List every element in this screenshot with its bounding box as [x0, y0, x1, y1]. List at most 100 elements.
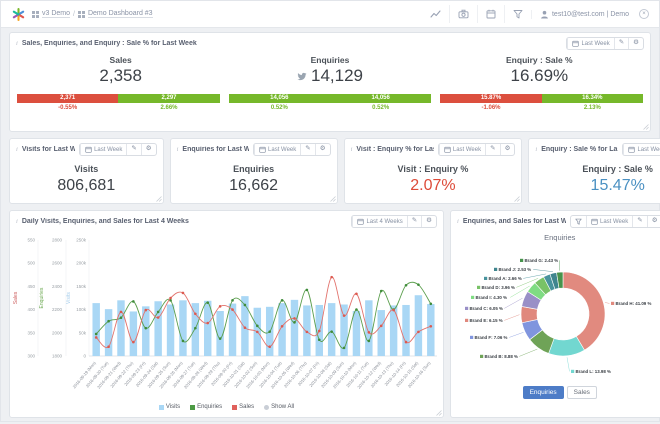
- info-icon[interactable]: i: [16, 146, 18, 153]
- chart-legend: Visits Enquiries Sales Show All: [10, 404, 443, 410]
- user-menu[interactable]: test10@test.com | Demo: [531, 10, 637, 19]
- schedule-button[interactable]: [477, 5, 504, 23]
- kpi-label: Sales: [16, 55, 225, 65]
- comparison-segment: 15.87%-1.06%: [440, 94, 541, 111]
- info-icon[interactable]: i: [351, 146, 353, 153]
- resize-handle[interactable]: [642, 123, 649, 130]
- widget-controls: Last Week ✎ ⚙: [570, 215, 660, 228]
- comparison-segment: 16.34%2.13%: [542, 94, 643, 111]
- screenshot-button[interactable]: [449, 5, 477, 23]
- info-icon[interactable]: i: [535, 146, 537, 153]
- widget-settings-button[interactable]: ⚙: [628, 38, 643, 49]
- calendar-icon: [259, 146, 266, 153]
- toggle-enquiries[interactable]: Enquiries: [523, 386, 564, 399]
- widget-range-button[interactable]: Last Week: [439, 144, 485, 155]
- comparison-delta: -0.55%: [17, 105, 118, 111]
- comparison-segment: 2,371-0.55%: [17, 94, 118, 111]
- svg-text:550: 550: [27, 238, 35, 243]
- widget-range-button[interactable]: Last Week: [586, 216, 632, 227]
- combo-chart[interactable]: 3003504004505005501800200022002400260028…: [10, 230, 443, 398]
- widget-settings-button[interactable]: ⚙: [421, 216, 436, 227]
- toggle-sales[interactable]: Sales: [567, 386, 597, 399]
- comparison-segment: 2,2972.66%: [118, 94, 219, 111]
- calendar-icon: [572, 40, 579, 47]
- widget-filter-button[interactable]: [571, 216, 586, 227]
- calendar-icon: [85, 146, 92, 153]
- widget-range-button[interactable]: Last Week: [254, 144, 300, 155]
- widget-edit-button[interactable]: ✎: [126, 144, 140, 155]
- stat-value: 2.07%: [345, 177, 522, 195]
- funnel-icon: [513, 9, 523, 19]
- grid-icon: [32, 11, 39, 18]
- donut-chart[interactable]: Brand H: 41.09 %Brand L: 13.98 %Brand B:…: [460, 242, 660, 384]
- comparison-bar: 2,297: [118, 94, 219, 103]
- widget-edit-button[interactable]: ✎: [407, 216, 421, 227]
- svg-text:Brand G: 2.43 %: Brand G: 2.43 %: [524, 258, 558, 263]
- app-logo[interactable]: [11, 7, 26, 22]
- widget-range-button[interactable]: Last Week: [567, 38, 613, 49]
- resize-handle[interactable]: [435, 409, 442, 416]
- legend-item-show-all[interactable]: Show All: [264, 404, 294, 410]
- stat-label: Enquiries: [171, 164, 337, 174]
- info-icon[interactable]: i: [16, 40, 18, 47]
- widget-controls: Last Week ✎ ⚙: [253, 143, 331, 156]
- widget-range-button[interactable]: Last Week: [80, 144, 126, 155]
- stat-label: Visit : Enquiry %: [345, 164, 522, 174]
- legend-swatch: [190, 405, 195, 410]
- calendar-icon: [444, 146, 451, 153]
- calendar-icon: [628, 146, 635, 153]
- widget-range-button[interactable]: Last 4 Weeks: [352, 216, 406, 227]
- svg-text:Brand J: 2.53 %: Brand J: 2.53 %: [498, 267, 531, 272]
- widget-edit-button[interactable]: ✎: [632, 216, 646, 227]
- widget-range-button[interactable]: Last Week: [623, 144, 660, 155]
- info-icon[interactable]: i: [16, 218, 18, 225]
- widget-settings-button[interactable]: ⚙: [647, 216, 660, 227]
- widget-settings-button[interactable]: ⚙: [141, 144, 156, 155]
- widget-edit-button[interactable]: ✎: [300, 144, 314, 155]
- legend-swatch: [232, 405, 237, 410]
- svg-text:50k: 50k: [79, 330, 87, 335]
- widget-edit-button[interactable]: ✎: [485, 144, 499, 155]
- dashboard: i Sales, Enquiries, and Enquiry : Sale %…: [1, 28, 659, 424]
- resize-handle[interactable]: [513, 195, 520, 202]
- widget-title: Visits for Last Week: [22, 146, 75, 153]
- svg-text:2600: 2600: [52, 261, 63, 266]
- legend-item-enquiries[interactable]: Enquiries: [190, 404, 222, 410]
- legend-item-visits[interactable]: Visits: [159, 404, 180, 410]
- legend-label: Show All: [271, 404, 294, 410]
- svg-text:2800: 2800: [52, 238, 63, 243]
- breadcrumb-separator: /: [73, 11, 75, 18]
- topbar-actions: test10@test.com | Demo ×: [422, 5, 649, 23]
- svg-text:1800: 1800: [52, 354, 63, 359]
- topbar: v3 Demo / Demo Dashboard #3 test10@test.…: [1, 1, 659, 28]
- widget-summary: i Sales, Enquiries, and Enquiry : Sale %…: [9, 32, 651, 132]
- comparison-bar: 14,056: [229, 94, 330, 103]
- resize-handle[interactable]: [329, 195, 336, 202]
- stat-value: 15.47%: [529, 177, 660, 195]
- svg-text:Brand B: 8.88 %: Brand B: 8.88 %: [484, 354, 518, 359]
- info-icon[interactable]: i: [457, 218, 459, 225]
- widget-settings-button[interactable]: ⚙: [315, 144, 330, 155]
- session-badge[interactable]: ×: [639, 9, 649, 19]
- widget-controls: Last 4 Weeks ✎ ⚙: [351, 215, 437, 228]
- legend-swatch: [159, 405, 164, 410]
- widget-settings-button[interactable]: ⚙: [500, 144, 515, 155]
- stat-value: 806,681: [10, 177, 163, 195]
- filter-button[interactable]: [504, 5, 531, 23]
- comparison-group: 15.87%-1.06%16.34%2.13%: [440, 94, 643, 111]
- analytics-button[interactable]: [422, 5, 449, 23]
- breadcrumb-page-link[interactable]: Demo Dashboard #3: [88, 10, 153, 18]
- widget-range-label: Last Week: [94, 147, 122, 153]
- user-email-label: test10@test.com | Demo: [552, 11, 629, 18]
- widget-edit-button[interactable]: ✎: [614, 38, 628, 49]
- svg-text:300: 300: [27, 354, 35, 359]
- info-icon[interactable]: i: [177, 146, 179, 153]
- widget-daily-chart: i Daily Visits, Enquiries, and Sales for…: [9, 210, 444, 418]
- kpi: Enquiry : Sale %16.69%: [435, 55, 644, 86]
- breadcrumb-app-link[interactable]: v3 Demo: [42, 10, 70, 18]
- legend-item-sales[interactable]: Sales: [232, 404, 254, 410]
- widget-range-label: Last Week: [453, 147, 481, 153]
- camera-icon: [458, 9, 469, 19]
- resize-handle[interactable]: [155, 195, 162, 202]
- user-icon: [540, 10, 549, 19]
